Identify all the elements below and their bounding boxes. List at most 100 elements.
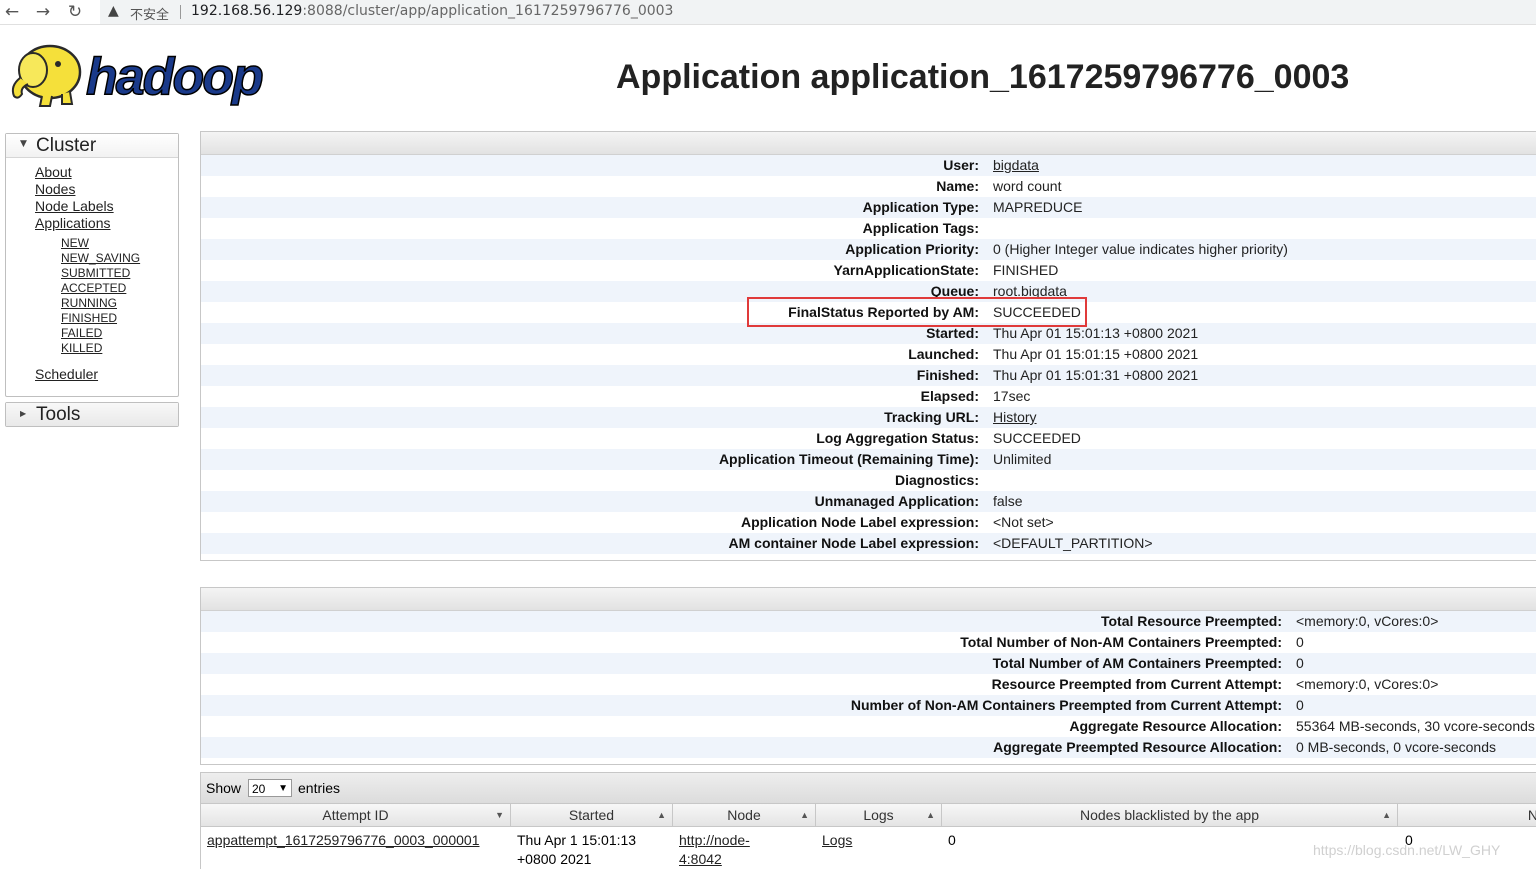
info-key: Aggregate Resource Allocation: <box>1069 718 1282 734</box>
info-key: Queue: <box>930 283 979 299</box>
info-row: Application Tags: <box>201 218 1536 239</box>
nav-node-labels[interactable]: Node Labels <box>35 198 114 214</box>
warning-icon: ▲ <box>108 3 119 19</box>
info-key: Diagnostics: <box>894 472 979 488</box>
attempt-id-link[interactable]: appattempt_1617259796776_0003_000001 <box>207 831 480 850</box>
info-value: SUCCEEDED <box>993 304 1081 320</box>
col-started[interactable]: Started ▲ <box>511 804 673 826</box>
nav-about[interactable]: About <box>35 164 72 180</box>
info-row: Application Timeout (Remaining Time): Unl… <box>201 449 1536 470</box>
sort-icon: ▲ <box>800 810 809 820</box>
insecure-label: 不安全 <box>130 8 170 23</box>
back-arrow-icon[interactable]: ← <box>2 2 22 22</box>
info-key: Launched: <box>908 346 979 362</box>
info-key: Tracking URL: <box>884 409 979 425</box>
nav-applications[interactable]: Applications <box>35 215 111 231</box>
table-length-control: Show 20 ▼ entries <box>201 772 1536 803</box>
sort-desc-icon: ▼ <box>495 810 504 820</box>
url-text[interactable]: 192.168.56.129:8088/cluster/app/applicat… <box>191 3 673 19</box>
hadoop-logo[interactable]: hadoop <box>6 34 306 112</box>
info-key: Application Node Label expression: <box>740 514 979 530</box>
attempt-started: Thu Apr 1 15:01:13 +0800 2021 <box>517 832 637 867</box>
nav-state-failed[interactable]: FAILED <box>61 326 102 340</box>
page-size-select[interactable]: 20 ▼ <box>248 779 292 797</box>
info-row: Application Priority: 0 (Higher Integer v… <box>201 239 1536 260</box>
info-value-link[interactable]: History <box>993 409 1037 425</box>
col-n[interactable]: N <box>1398 804 1536 826</box>
info-key: AM container Node Label expression: <box>728 535 980 551</box>
info-row: Total Resource Preempted: <memory:0, vCor… <box>201 611 1536 632</box>
info-value: SUCCEEDED <box>993 430 1081 446</box>
cluster-header[interactable]: ▼ Cluster <box>6 134 178 158</box>
nav-state-killed[interactable]: KILLED <box>61 341 102 355</box>
cluster-label: Cluster <box>36 135 97 156</box>
nav-scheduler[interactable]: Scheduler <box>35 366 98 382</box>
info-key: Application Priority: <box>845 241 979 257</box>
reload-icon[interactable]: ↻ <box>65 2 85 22</box>
info-value: <memory:0, vCores:0> <box>1296 613 1439 629</box>
col-logs[interactable]: Logs ▲ <box>816 804 942 826</box>
info-row: Resource Preempted from Current Attempt:… <box>201 674 1536 695</box>
tools-section[interactable]: ▶ Tools <box>5 402 179 427</box>
info-row: Aggregate Preempted Resource Allocation:… <box>201 737 1536 758</box>
nav-state-submitted[interactable]: SUBMITTED <box>61 266 130 280</box>
info-row: Application Type: MAPREDUCE <box>201 197 1536 218</box>
info-row: Elapsed: 17sec <box>201 386 1536 407</box>
chevron-down-icon: ▼ <box>278 783 288 794</box>
info-key: Finished: <box>916 367 979 383</box>
info-row: Queue: root.bigdata <box>201 281 1536 302</box>
sort-icon: ▲ <box>657 810 666 820</box>
nav-state-new[interactable]: NEW <box>61 236 89 250</box>
tools-header[interactable]: ▶ Tools <box>6 403 178 426</box>
info-key: Started: <box>926 325 979 341</box>
info-value: MAPREDUCE <box>993 199 1083 215</box>
overview-table-header <box>201 132 1536 155</box>
node-link[interactable]: http://node- 4:8042 <box>679 831 750 869</box>
info-row: User: bigdata <box>201 155 1536 176</box>
info-key: Elapsed: <box>920 388 979 404</box>
info-value: Unlimited <box>993 451 1052 467</box>
watermark: https://blog.csdn.net/LW_GHY <box>1313 842 1501 858</box>
svg-text:hadoop: hadoop <box>86 48 263 106</box>
nav-state-new-saving[interactable]: NEW_SAVING <box>61 251 140 265</box>
entries-label: entries <box>298 780 341 796</box>
col-nodes-blacklisted[interactable]: Nodes blacklisted by the app ▲ <box>942 804 1398 826</box>
info-row: Tracking URL: History <box>201 407 1536 428</box>
metrics-table-header <box>201 588 1536 611</box>
nav-state-finished[interactable]: FINISHED <box>61 311 117 325</box>
elephant-mascot <box>11 44 82 107</box>
attempts-table-header: Attempt ID ▼ Started ▲ Node ▲ Logs ▲ Nodes b… <box>201 803 1536 827</box>
nav-nodes[interactable]: Nodes <box>35 181 75 197</box>
info-value-link[interactable]: bigdata <box>993 157 1039 173</box>
cluster-section: ▼ Cluster About Nodes Node Labels Applic… <box>5 133 179 397</box>
info-row: Number of Non-AM Containers Preempted fr… <box>201 695 1536 716</box>
nav-state-running[interactable]: RUNNING <box>61 296 117 310</box>
info-key: Name: <box>936 178 979 194</box>
info-row: FinalStatus Reported by AM: SUCCEEDED <box>201 302 1536 323</box>
sort-icon: ▲ <box>926 810 935 820</box>
sidebar: ▼ Cluster About Nodes Node Labels Applic… <box>5 133 179 427</box>
address-bar[interactable]: ▲ 不安全 192.168.56.129:8088/cluster/app/ap… <box>100 0 1536 24</box>
col-attempt-id[interactable]: Attempt ID ▼ <box>201 804 511 826</box>
info-value: word count <box>993 178 1062 194</box>
info-row: Total Number of AM Containers Preempted:… <box>201 653 1536 674</box>
tools-label: Tools <box>36 404 81 425</box>
info-key: YarnApplicationState: <box>833 262 979 278</box>
logs-link[interactable]: Logs <box>822 831 852 850</box>
info-row: Log Aggregation Status: SUCCEEDED <box>201 428 1536 449</box>
info-value: false <box>993 493 1023 509</box>
info-value-link[interactable]: root.bigdata <box>993 283 1067 299</box>
expand-triangle-icon: ▼ <box>20 139 27 149</box>
nav-state-accepted[interactable]: ACCEPTED <box>61 281 126 295</box>
collapsed-triangle-icon: ▶ <box>20 409 27 418</box>
info-key: Unmanaged Application: <box>814 493 979 509</box>
info-value: Thu Apr 01 15:01:31 +0800 2021 <box>993 367 1199 383</box>
info-key: Application Timeout (Remaining Time): <box>718 451 979 467</box>
info-value: <memory:0, vCores:0> <box>1296 676 1439 692</box>
forward-arrow-icon[interactable]: → <box>33 2 53 22</box>
col-node[interactable]: Node ▲ <box>673 804 816 826</box>
info-key: Number of Non-AM Containers Preempted fr… <box>850 697 1282 713</box>
info-key: User: <box>943 157 979 173</box>
page-title: Application application_1617259796776_00… <box>616 58 1350 96</box>
info-row: YarnApplicationState: FINISHED <box>201 260 1536 281</box>
